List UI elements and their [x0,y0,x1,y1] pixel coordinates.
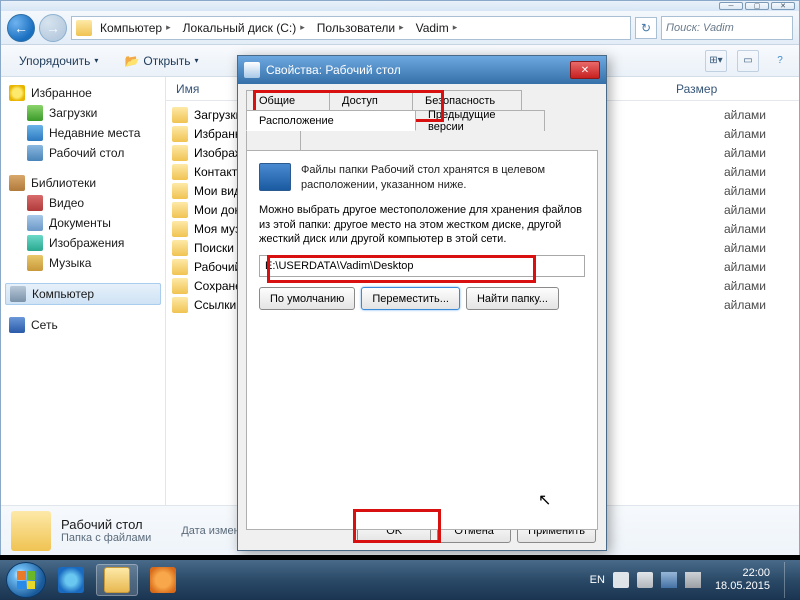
sidebar-computer[interactable]: Компьютер [5,283,161,305]
documents-icon [27,215,43,231]
info-text-1: Файлы папки Рабочий стол хранятся в целе… [301,163,585,193]
dialog-tabs: Общие Доступ Безопасность Расположение П… [246,90,598,150]
minimize-button[interactable]: ─ [719,2,743,10]
taskbar: EN 22:00 18.05.2015 [0,560,800,600]
show-desktop-button[interactable] [784,562,794,598]
video-icon [27,195,43,211]
sidebar-item-desktop[interactable]: Рабочий стол [5,143,161,163]
folder-icon [172,164,188,180]
tray-volume-icon[interactable] [685,572,701,588]
folder-icon [172,259,188,275]
folder-icon [172,202,188,218]
network-icon [9,317,25,333]
recent-icon [27,125,43,141]
folder-icon [172,297,188,313]
breadcrumb-item[interactable]: Локальный диск (C:) [179,16,313,40]
forward-button[interactable]: → [39,14,67,42]
monitor-icon [259,163,291,191]
restore-default-button[interactable]: По умолчанию [259,287,355,310]
folder-icon [172,107,188,123]
taskbar-clock[interactable]: 22:00 18.05.2015 [715,567,770,593]
path-input[interactable] [259,255,585,277]
breadcrumb-item[interactable]: Пользователи [313,16,412,40]
sidebar-item-video[interactable]: Видео [5,193,161,213]
sidebar-item-music[interactable]: Музыка [5,253,161,273]
explorer-icon [104,567,130,593]
sidebar-network[interactable]: Сеть [5,315,161,335]
tab-panel: Файлы папки Рабочий стол хранятся в целе… [246,150,598,530]
computer-icon [10,286,26,302]
organize-menu[interactable]: Упорядочить [9,50,108,72]
desktop-icon [27,145,43,161]
move-button[interactable]: Переместить... [361,287,460,310]
search-input[interactable]: Поиск: Vadim [661,16,793,40]
tab-location[interactable]: Расположение [246,110,416,131]
window-titlebar: ─ ▢ ✕ [1,1,799,11]
close-button[interactable]: ✕ [771,2,795,10]
nav-row: ← → Компьютер Локальный диск (C:) Пользо… [1,11,799,45]
breadcrumb-item[interactable]: Vadim [412,16,466,40]
folder-icon [172,145,188,161]
properties-dialog: Свойства: Рабочий стол ✕ Общие Доступ Бе… [237,55,607,551]
dialog-close-button[interactable]: ✕ [570,61,600,79]
sidebar-libraries[interactable]: Библиотеки [5,173,161,193]
tab-previous-versions[interactable]: Предыдущие версии [415,110,545,131]
library-icon [9,175,25,191]
nav-sidebar: Избранное Загрузки Недавние места Рабочи… [1,77,166,505]
maximize-button[interactable]: ▢ [745,2,769,10]
taskbar-explorer[interactable] [96,564,138,596]
wmp-icon [150,567,176,593]
star-icon [9,85,25,101]
folder-icon [172,183,188,199]
find-folder-button[interactable]: Найти папку... [466,287,559,310]
details-type: Папка с файлами [61,532,151,544]
details-name: Рабочий стол [61,517,151,532]
tray-flag-icon[interactable] [613,572,629,588]
tab-sharing[interactable]: Доступ [329,90,413,111]
sidebar-item-documents[interactable]: Документы [5,213,161,233]
help-button[interactable]: ? [769,50,791,72]
music-icon [27,255,43,271]
open-menu[interactable]: 📂 Открыть [114,50,208,72]
tab-security[interactable]: Безопасность [412,90,522,111]
col-size: Размер [676,82,799,96]
start-button[interactable] [6,562,46,598]
back-button[interactable]: ← [7,14,35,42]
folder-icon [172,278,188,294]
folder-icon [76,20,92,36]
dialog-titlebar[interactable]: Свойства: Рабочий стол ✕ [238,56,606,84]
breadcrumb-item[interactable]: Компьютер [96,16,179,40]
preview-pane-button[interactable]: ▭ [737,50,759,72]
folder-icon [11,511,51,551]
tray-network-icon[interactable] [661,572,677,588]
view-options-button[interactable]: ⊞▾ [705,50,727,72]
tray-action-center-icon[interactable] [637,572,653,588]
taskbar-wmp[interactable] [142,564,184,596]
folder-icon [172,240,188,256]
taskbar-ie[interactable] [50,564,92,596]
sidebar-item-recent[interactable]: Недавние места [5,123,161,143]
sidebar-item-images[interactable]: Изображения [5,233,161,253]
refresh-button[interactable]: ↻ [635,17,657,39]
system-tray[interactable]: EN 22:00 18.05.2015 [590,562,794,598]
folder-icon [172,221,188,237]
dialog-icon [244,62,260,78]
language-indicator[interactable]: EN [590,574,605,586]
tab-general[interactable]: Общие [246,90,330,111]
downloads-icon [27,105,43,121]
info-text-2: Можно выбрать другое местоположение для … [259,203,585,248]
ie-icon [58,567,84,593]
sidebar-item-downloads[interactable]: Загрузки [5,103,161,123]
sidebar-favorites[interactable]: Избранное [5,83,161,103]
folder-icon [172,126,188,142]
address-bar[interactable]: Компьютер Локальный диск (C:) Пользовате… [71,16,631,40]
images-icon [27,235,43,251]
dialog-title: Свойства: Рабочий стол [266,63,401,77]
